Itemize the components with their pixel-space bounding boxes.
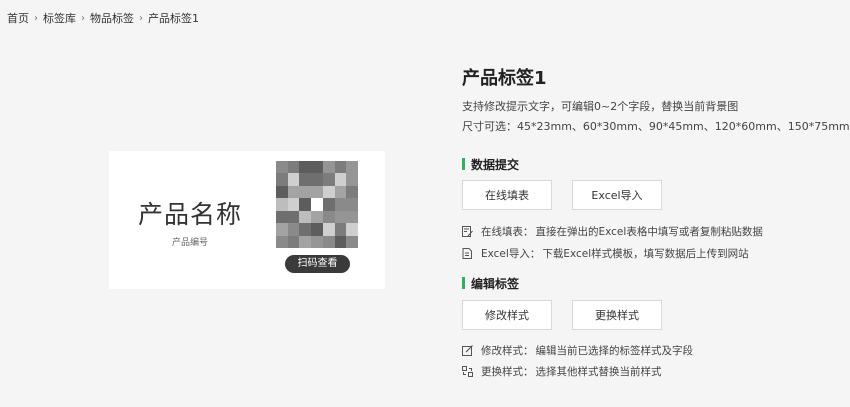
online-fill-note: 在线填表： 直接在弹出的Excel表格中填写或者复制粘贴数据 (462, 224, 763, 239)
pencil-square-icon (462, 345, 473, 356)
size-options-text: 尺寸可选：45*23mm、60*30mm、90*45mm、120*60mm、15… (462, 120, 850, 133)
section-title-data-submit: 数据提交 (462, 156, 519, 173)
breadcrumb-current: 产品标签1 (148, 12, 199, 25)
excel-import-note: Excel导入： 下载Excel样式模板，填写数据后上传到网站 (462, 246, 749, 261)
section-title-edit-label: 编辑标签 (462, 275, 519, 292)
note-text: 选择其他样式替换当前样式 (535, 366, 662, 378)
page-title: 产品标签1 (462, 68, 547, 89)
excel-doc-icon (462, 248, 473, 259)
label-preview-card: 产品名称 产品编号 扫码查看 (109, 151, 385, 289)
modify-style-button[interactable]: 修改样式 (462, 300, 552, 330)
qr-code-image (276, 161, 358, 248)
note-text: 直接在弹出的Excel表格中填写或者复制粘贴数据 (535, 226, 763, 238)
breadcrumb: 首页 › 标签库 › 物品标签 › 产品标签1 (7, 10, 199, 26)
note-label: 更换样式： (481, 366, 534, 378)
description-text: 支持修改提示文字，可编辑0~2个字段，替换当前背景图 (462, 100, 739, 113)
replace-style-note: 更换样式： 选择其他样式替换当前样式 (462, 364, 662, 379)
note-label: Excel导入： (481, 248, 541, 260)
note-text: 编辑当前已选择的标签样式及字段 (535, 345, 694, 357)
breadcrumb-item-labels[interactable]: 物品标签 (90, 10, 134, 26)
edit-table-icon (462, 226, 473, 237)
breadcrumb-label-library[interactable]: 标签库 (43, 10, 76, 26)
note-label: 在线填表： (481, 226, 534, 238)
note-label: 修改样式： (481, 345, 534, 357)
replace-style-button[interactable]: 更换样式 (572, 300, 662, 330)
scan-view-button[interactable]: 扫码查看 (285, 255, 350, 273)
breadcrumb-home[interactable]: 首页 (7, 10, 29, 26)
chevron-right-icon: › (81, 12, 85, 24)
chevron-right-icon: › (34, 12, 38, 24)
modify-style-note: 修改样式： 编辑当前已选择的标签样式及字段 (462, 343, 693, 358)
swap-icon (462, 366, 473, 377)
excel-import-button[interactable]: Excel导入 (572, 180, 662, 210)
chevron-right-icon: › (139, 12, 143, 24)
note-text: 下载Excel样式模板，填写数据后上传到网站 (542, 248, 749, 260)
product-code-text: 产品编号 (172, 238, 209, 248)
online-fill-button[interactable]: 在线填表 (462, 180, 552, 210)
product-name-text: 产品名称 (138, 200, 243, 229)
